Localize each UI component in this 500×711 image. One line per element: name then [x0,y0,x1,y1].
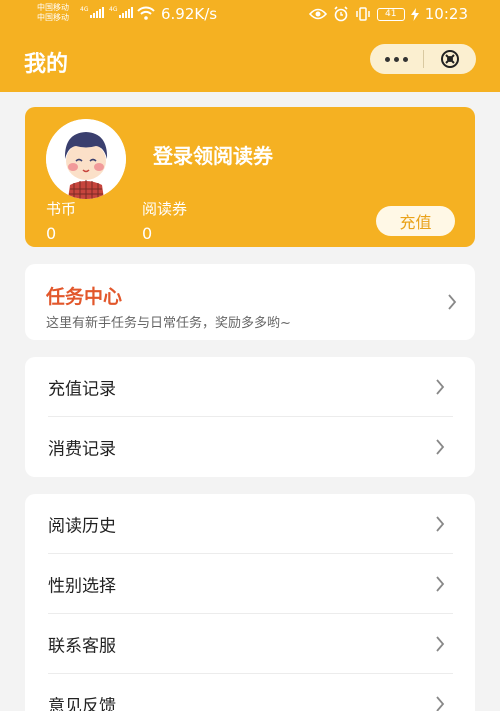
task-center-subtitle: 这里有新手任务与日常任务，奖励多多哟~ [46,316,291,331]
login-prompt[interactable]: 登录领阅读券 [153,140,273,169]
signal-2-icon: 4G [109,6,134,18]
list-item-feedback[interactable]: 意见反馈 [25,674,475,711]
settings-card: 阅读历史 性别选择 联系客服 意见反馈 [25,494,475,711]
chevron-right-icon [436,696,445,711]
chevron-right-icon [448,294,457,310]
list-item-label: 阅读历史 [48,516,116,537]
list-item-label: 意见反馈 [48,696,116,711]
status-bar: 中国移动 中国移动 4G 4G 6.92K/s 41 10:23 [0,0,500,28]
avatar[interactable] [46,119,126,199]
carrier-names: 中国移动 中国移动 [37,3,69,23]
battery-icon: 41 [376,7,405,21]
avatar-boy-illustration [46,119,126,199]
vibrate-icon [356,7,370,21]
charging-icon [410,7,419,21]
list-item-label: 性别选择 [48,576,116,597]
list-item-label: 联系客服 [48,636,116,657]
chevron-right-icon [436,439,445,455]
chevron-right-icon [436,379,445,395]
list-item-label: 充值记录 [48,379,116,400]
carrier-1: 中国移动 [37,3,69,12]
signal-1-icon: 4G [80,6,105,18]
list-item-recharge-record[interactable]: 充值记录 [25,357,475,417]
net-speed: 6.92K/s [161,5,218,23]
chevron-right-icon [436,516,445,532]
mini-program-capsule [370,44,476,74]
vouchers-value: 0 [142,224,153,243]
list-item-contact-service[interactable]: 联系客服 [25,614,475,674]
chevron-right-icon [436,636,445,652]
status-right-group: 41 10:23 [308,5,468,23]
vouchers-label: 阅读券 [142,200,188,218]
more-dots-icon[interactable] [370,44,423,74]
carrier-2: 中国移动 [37,13,69,22]
list-item-reading-history[interactable]: 阅读历史 [25,494,475,554]
top-bar: 中国移动 中国移动 4G 4G 6.92K/s 41 10:23 我的 [0,0,500,92]
page-title: 我的 [24,52,69,77]
records-card: 充值记录 消费记录 [25,357,475,477]
list-item-consumption-record[interactable]: 消费记录 [25,417,475,477]
task-center-card[interactable]: 任务中心 这里有新手任务与日常任务，奖励多多哟~ [25,264,475,340]
close-circle-icon[interactable] [424,44,476,74]
list-item-gender-select[interactable]: 性别选择 [25,554,475,614]
recharge-button[interactable]: 充值 [376,206,455,236]
list-item-label: 消费记录 [48,439,116,460]
alarm-icon [334,6,348,22]
eye-icon [308,8,327,20]
chevron-right-icon [436,576,445,592]
coins-value: 0 [46,224,57,243]
task-center-title: 任务中心 [46,286,123,308]
network-1-label: 4G [80,6,89,13]
clock: 10:23 [424,5,468,23]
network-2-label: 4G [109,6,118,13]
wifi-icon [137,6,155,20]
coins-label: 书币 [46,200,77,218]
profile-card: 登录领阅读券 书币 0 阅读券 0 充值 [25,107,475,247]
